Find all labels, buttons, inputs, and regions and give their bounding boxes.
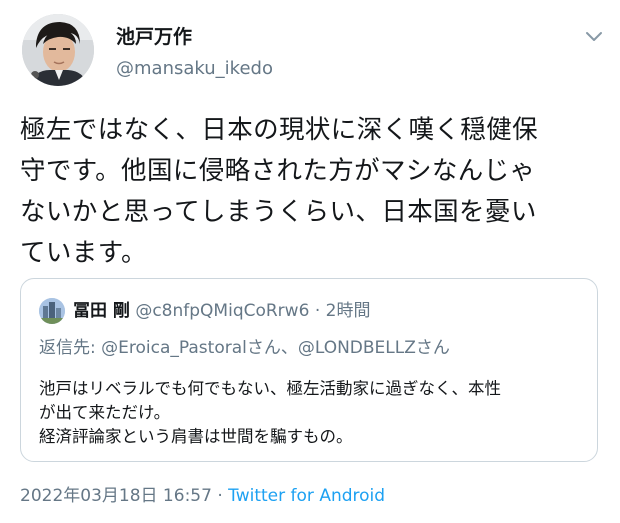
tweet-meta: 2022年03月18日 16:57 · Twitter for Android: [20, 484, 385, 508]
reply-prefix: 返信先:: [39, 338, 102, 358]
quoted-line: が出て来ただけ。: [39, 403, 171, 422]
separator-dot: ·: [314, 301, 321, 321]
chevron-down-icon[interactable]: [582, 28, 606, 46]
tweet-text: 極左ではなく、日本の現状に深く嘆く穏健保 守です。他国に侵略された方がマシなんじ…: [20, 110, 606, 274]
quoted-line: 池戸はリベラルでも何でもない、極左活動家に過ぎなく、本性: [39, 379, 501, 398]
quoted-text: 池戸はリベラルでも何でもない、極左活動家に過ぎなく、本性 が出て来ただけ。 経済…: [39, 377, 587, 449]
tweet-timestamp[interactable]: 2022年03月18日 16:57: [20, 486, 212, 506]
reply-mentions: @Eroica_Pastoralさん、@LONDBELLZさん: [101, 338, 450, 358]
avatar-photo: [22, 14, 94, 86]
quoted-handle: @c8nfpQMiqCoRrw6: [135, 301, 310, 321]
quoted-tweet-card[interactable]: 冨田 剛 @c8nfpQMiqCoRrw6 · 2時間 返信先: @Eroica…: [20, 278, 598, 462]
source-link[interactable]: Twitter for Android: [228, 486, 385, 506]
separator-dot: ·: [217, 486, 223, 506]
tweet-line: ています。: [20, 238, 147, 268]
quoted-header: 冨田 剛 @c8nfpQMiqCoRrw6 · 2時間: [73, 299, 370, 323]
tweet-line: ないかと思ってしまうくらい、日本国を憂い: [20, 197, 537, 227]
tweet-line: 守です。他国に侵略された方がマシなんじゃ: [20, 156, 536, 186]
reply-context: 返信先: @Eroica_Pastoralさん、@LONDBELLZさん: [39, 336, 450, 360]
quoted-avatar: [39, 298, 65, 324]
author-avatar[interactable]: [22, 14, 94, 86]
quoted-time: 2時間: [325, 301, 371, 321]
quoted-line: 経済評論家という肩書は世間を騙すもの。: [39, 427, 353, 446]
author-name[interactable]: 池戸万作: [116, 22, 192, 49]
tweet-line: 極左ではなく、日本の現状に深く嘆く穏健保: [20, 115, 539, 145]
quoted-name: 冨田 剛: [73, 301, 130, 321]
author-handle[interactable]: @mansaku_ikedo: [116, 58, 273, 79]
